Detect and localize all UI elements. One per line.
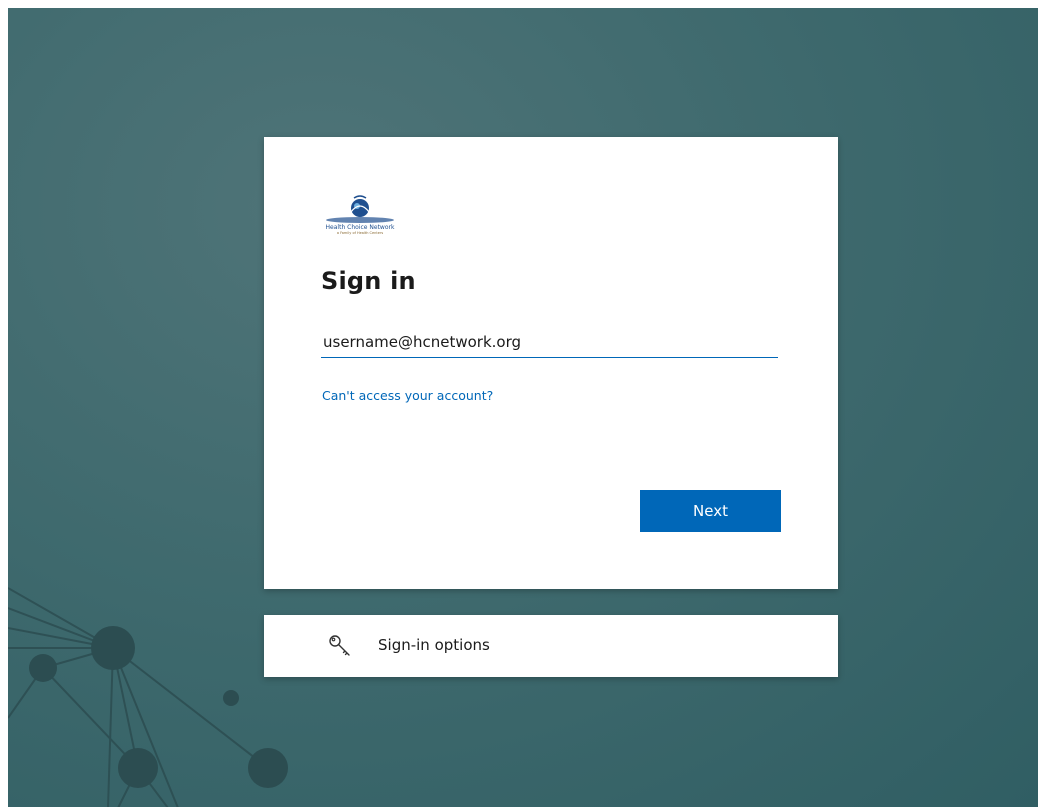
- signin-options-label: Sign-in options: [378, 636, 490, 654]
- page-background: Health Choice Network a Family of Health…: [8, 8, 1038, 807]
- health-choice-network-logo: Health Choice Network a Family of Health…: [321, 192, 399, 238]
- network-decoration: [8, 587, 288, 807]
- page-title: Sign in: [321, 267, 416, 295]
- email-field[interactable]: [321, 326, 778, 358]
- logo-emblem-icon: [326, 195, 394, 223]
- signin-card: Health Choice Network a Family of Health…: [264, 137, 838, 589]
- signin-options-button[interactable]: Sign-in options: [264, 615, 838, 677]
- key-icon: [329, 635, 350, 656]
- logo-name: Health Choice Network: [325, 224, 395, 231]
- next-button[interactable]: Next: [640, 490, 781, 532]
- cant-access-account-link[interactable]: Can't access your account?: [322, 388, 493, 403]
- logo-tagline: a Family of Health Centers: [336, 231, 384, 235]
